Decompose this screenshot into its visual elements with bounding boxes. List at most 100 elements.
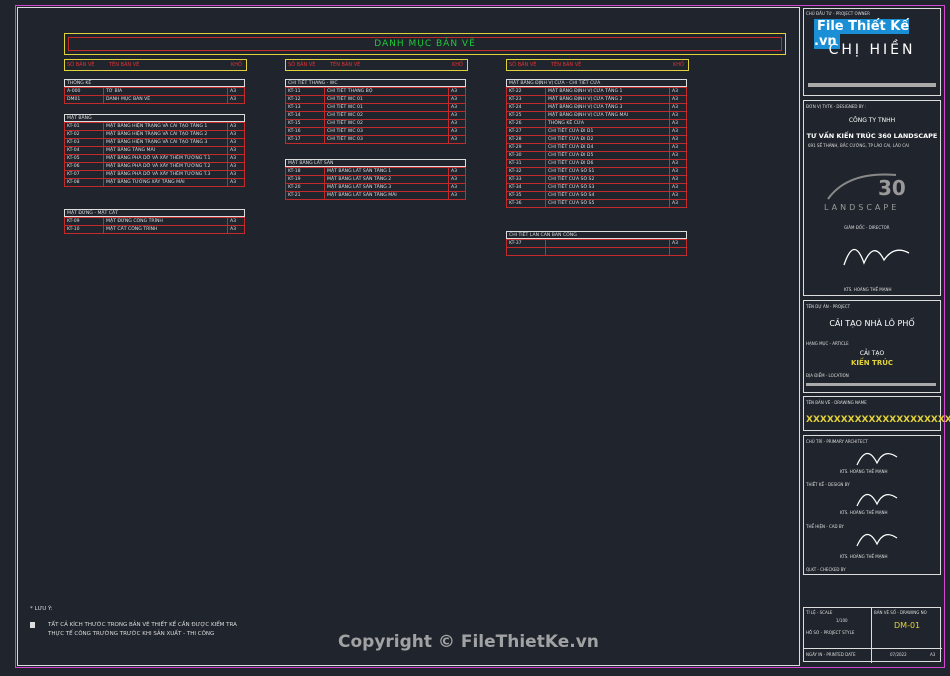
drawing-title: MẶT BẰNG TẦNG MÁI bbox=[103, 146, 228, 155]
drawing-name: XXXXXXXXXXXXXXXXXXXXX bbox=[806, 415, 950, 425]
company-address: 691 SẾ THÁNH, BẮC CƯỜNG, TP LÀO CAI, LÀO… bbox=[808, 143, 909, 148]
landscape-logo: 30 LANDSCAPE bbox=[818, 165, 928, 213]
info-divider-h bbox=[804, 648, 942, 649]
drawing-size: A3 bbox=[227, 146, 245, 155]
drawing-title: MẶT BẰNG ĐỊNH VỊ CỬA TẦNG 3 bbox=[545, 103, 670, 112]
company-line-1: CÔNG TY TNHH bbox=[848, 117, 896, 124]
table-row: KT-28 CHI TIẾT CỬA ĐI D2 A3 bbox=[506, 135, 687, 144]
table-row: KT-05 MẶT BẰNG PHÁ DỠ VÀ XÂY THÊM TƯỜNG T… bbox=[64, 154, 245, 163]
table-row bbox=[506, 247, 687, 256]
table-row: KT-18 MẶT BẰNG LÁT SÀN TẦNG 1 A3 bbox=[285, 167, 466, 176]
drawing-title: CHI TIẾT WC 02 bbox=[324, 119, 449, 128]
table-row: KT-14 CHI TIẾT WC 02 A3 bbox=[285, 111, 466, 120]
drawing-code: KT-03 bbox=[64, 138, 104, 147]
item-line-2: KIẾN TRÚC bbox=[850, 359, 894, 367]
drawn-signature-icon bbox=[856, 533, 898, 547]
copyright-watermark: Copyright © FileThietKe.vn bbox=[338, 632, 599, 652]
drawing-code: KT-08 bbox=[64, 178, 104, 187]
drawing-group: CHI TIẾT LAN CAN BAN CÔNG KT-37 A3 bbox=[506, 231, 687, 256]
table-row: A-000 TỜ BÌA A3 bbox=[64, 87, 245, 96]
table-row: KT-21 MẶT BẰNG LÁT SÀN TẦNG MÁI A3 bbox=[285, 191, 466, 200]
drawing-code bbox=[506, 247, 546, 256]
drawing-group: MẶT BẰNG LÁT SÀN KT-18 MẶT BẰNG LÁT SÀN TẦ… bbox=[285, 159, 466, 200]
drawing-title: MẶT BẰNG ĐỊNH VỊ CỬA TẦNG 1 bbox=[545, 87, 670, 96]
drawing-title: CHI TIẾT WC 03 bbox=[324, 135, 449, 144]
drawing-size: A3 bbox=[669, 119, 687, 128]
owner-name: CHỊ HIỀN bbox=[828, 42, 916, 58]
drawing-size: A3 bbox=[227, 170, 245, 179]
drawing-size: A3 bbox=[448, 191, 466, 200]
drawing-title: CHI TIẾT CỬA SỔ S5 bbox=[545, 199, 670, 208]
scale-label: TỈ LỆ - SCALE bbox=[806, 610, 833, 615]
table-row: KT-33 CHI TIẾT CỬA SỔ S2 A3 bbox=[506, 175, 687, 184]
drawing-code: KT-30 bbox=[506, 151, 546, 160]
company-line-2: TƯ VẤN KIẾN TRÚC 360 LANDSCAPE bbox=[806, 132, 938, 140]
file-thiet-ke-logo: File Thiết Kế .vn bbox=[814, 19, 932, 49]
drawing-group-heading: MẶT ĐỨNG - MẶT CẮT bbox=[64, 209, 245, 217]
location-line bbox=[806, 383, 936, 386]
table-row: KT-11 CHI TIẾT THANG BỘ A3 bbox=[285, 87, 466, 96]
drawing-size: A3 bbox=[448, 103, 466, 112]
table-row: KT-07 MẶT BẰNG PHÁ DỠ VÀ XÂY THÊM TƯỜNG T… bbox=[64, 170, 245, 179]
table-row: KT-13 CHI TIẾT WC 01 A3 bbox=[285, 103, 466, 112]
drawing-title: MẶT BẰNG LÁT SÀN TẦNG MÁI bbox=[324, 191, 449, 200]
table-row: KT-35 CHI TIẾT CỬA SỔ S4 A3 bbox=[506, 191, 687, 200]
item-label: HẠNG MỤC - ARTICLE bbox=[806, 341, 849, 346]
drawing-code: KT-09 bbox=[64, 217, 104, 226]
table-row: DM01 DANH MỤC BẢN VẼ A3 bbox=[64, 95, 245, 104]
drawing-title: CHI TIẾT CỬA ĐI D1 bbox=[545, 127, 670, 136]
table-row: KT-27 CHI TIẾT CỬA ĐI D1 A3 bbox=[506, 127, 687, 136]
date-label: NGÀY IN - PRINTED DATE bbox=[806, 652, 856, 657]
drawing-code: KT-01 bbox=[64, 122, 104, 131]
drawing-code: KT-11 bbox=[285, 87, 325, 96]
drawing-title: CHI TIẾT WC 02 bbox=[324, 111, 449, 120]
drawing-size: A3 bbox=[669, 151, 687, 160]
drawing-code: KT-02 bbox=[64, 130, 104, 139]
notes-title: * LƯU Ý: bbox=[30, 606, 53, 612]
drawing-size: A3 bbox=[227, 130, 245, 139]
style-label: HỒ SƠ - PROJECT STYLE bbox=[806, 630, 855, 635]
drawing-title: CHI TIẾT CỬA ĐI D2 bbox=[545, 135, 670, 144]
brand-text: LANDSCAPE bbox=[824, 203, 900, 212]
table-row: KT-16 CHI TIẾT WC 03 A3 bbox=[285, 127, 466, 136]
project-name: CẢI TẠO NHÀ LÔ PHỐ bbox=[829, 319, 915, 328]
drawing-code: KT-13 bbox=[285, 103, 325, 112]
designer-box: ĐƠN VỊ TVTK - DESIGNED BY : CÔNG TY TNHH… bbox=[803, 100, 941, 296]
drawing-code: KT-33 bbox=[506, 175, 546, 184]
designer-label: ĐƠN VỊ TVTK - DESIGNED BY : bbox=[806, 104, 867, 109]
drawing-group-heading: CHI TIẾT THANG - WC bbox=[285, 79, 466, 87]
design-label: THIẾT KẾ - DESIGN BY bbox=[806, 482, 850, 487]
table-row: KT-30 CHI TIẾT CỬA ĐI D5 A3 bbox=[506, 151, 687, 160]
drawing-size: A3 bbox=[669, 103, 687, 112]
drawing-no-label: BẢN VẼ SỐ - DRAWING NO bbox=[874, 610, 927, 615]
header-code: SỐ BẢN VẼ bbox=[67, 62, 95, 68]
table-row: KT-34 CHI TIẾT CỬA SỔ S3 A3 bbox=[506, 183, 687, 192]
drawing-code: KT-37 bbox=[506, 239, 546, 248]
owner-box: CHỦ ĐẦU TƯ - PROJECT OWNER File Thiết Kế… bbox=[803, 8, 941, 96]
drawing-size: A3 bbox=[669, 199, 687, 208]
table-row: KT-01 MẶT BẰNG HIỆN TRẠNG VÀ CẢI TẠO TẦNG… bbox=[64, 122, 245, 131]
scale-value: 1/100 bbox=[836, 618, 848, 623]
table-row: KT-04 MẶT BẰNG TẦNG MÁI A3 bbox=[64, 146, 245, 155]
drawing-code: KT-22 bbox=[506, 87, 546, 96]
drawing-size: A3 bbox=[227, 87, 245, 96]
drawing-title: CHI TIẾT CỬA SỔ S2 bbox=[545, 175, 670, 184]
info-box: TỈ LỆ - SCALE 1/100 BẢN VẼ SỐ - DRAWING … bbox=[803, 607, 942, 663]
drawing-code: KT-12 bbox=[285, 95, 325, 104]
table-row: KT-02 MẶT BẰNG HIỆN TRẠNG VÀ CẢI TẠO TẦNG… bbox=[64, 130, 245, 139]
drawing-title: CHI TIẾT WC 01 bbox=[324, 95, 449, 104]
drawing-title: CHI TIẾT CỬA SỔ S1 bbox=[545, 167, 670, 176]
drawing-size: A3 bbox=[669, 95, 687, 104]
drawing-size: A3 bbox=[669, 183, 687, 192]
drawing-size: A3 bbox=[448, 183, 466, 192]
drawing-title: MẶT BẰNG HIỆN TRẠNG VÀ CẢI TẠO TẦNG 1 bbox=[103, 122, 228, 131]
drawing-code: KT-17 bbox=[285, 135, 325, 144]
note-line-1: TẤT CẢ KÍCH THƯỚC TRONG BẢN VẼ THIẾT KẾ … bbox=[48, 622, 237, 628]
sheet-title-box: DANH MỤC BẢN VẼ bbox=[64, 33, 786, 55]
header-size: KHỔ bbox=[452, 62, 463, 68]
architect-name: KTS. HOÀNG THẾ MẠNH bbox=[840, 469, 888, 474]
drawing-title: MẶT BẰNG LÁT SÀN TẦNG 1 bbox=[324, 167, 449, 176]
drawing-group-heading: MẶT BẰNG bbox=[64, 114, 245, 122]
item-line-1: CẢI TẠO bbox=[859, 350, 885, 357]
header-size: KHỔ bbox=[673, 62, 684, 68]
